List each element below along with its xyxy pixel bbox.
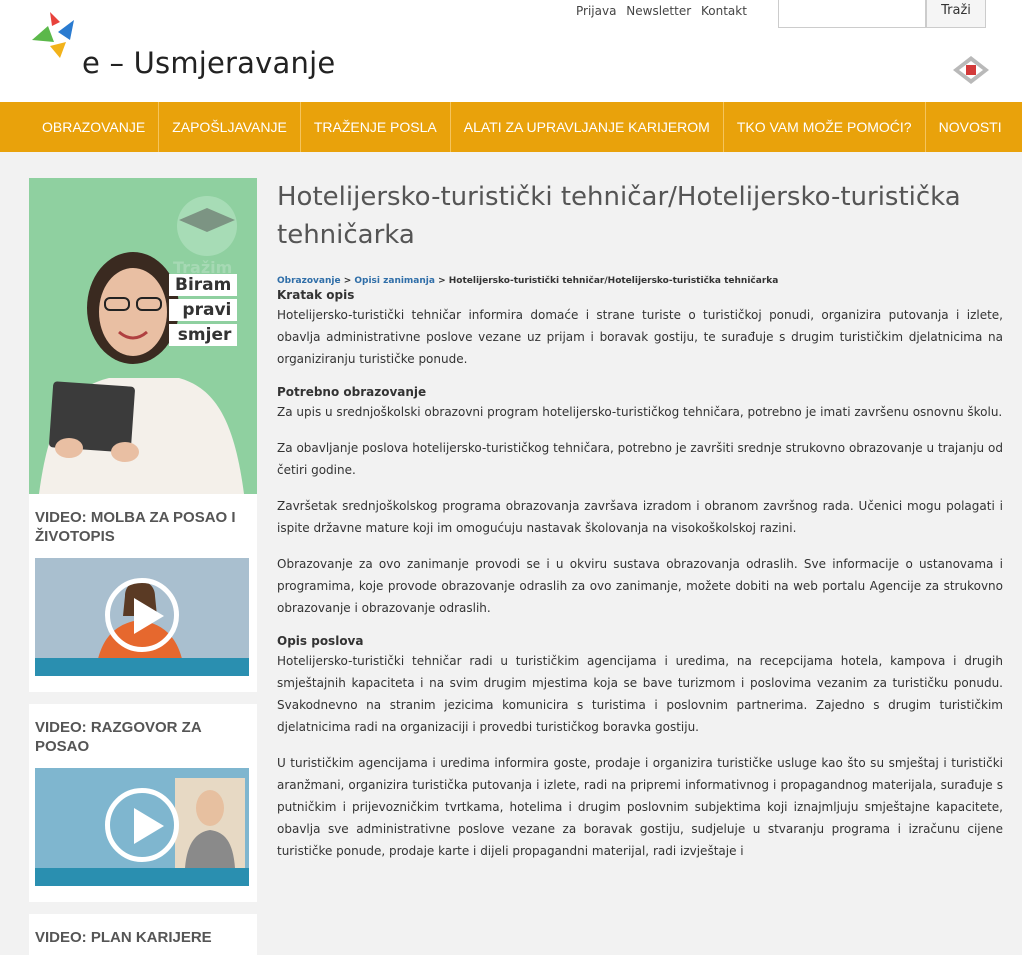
paragraph-obrazovanje-3: Završetak srednjoškolskog programa obraz… <box>277 499 1003 535</box>
top-links: Prijava Newsletter Kontakt <box>576 4 753 18</box>
site-logo[interactable]: e – Usmjeravanje <box>30 12 335 92</box>
nav-item-tko-vam-moze-pomoci[interactable]: TKO VAM MOŽE POMOĆI? <box>724 102 926 152</box>
contact-link[interactable]: Kontakt <box>701 4 747 18</box>
sidebar: Tražim Biram pravi smjer VIDEO: MOLBA ZA… <box>29 178 257 955</box>
hzz-logo-icon[interactable] <box>953 56 989 84</box>
breadcrumb-separator: > <box>340 276 355 286</box>
video-title[interactable]: VIDEO: RAZGOVOR ZA POSAO <box>29 718 257 756</box>
banner-word-biram: Biram <box>169 274 238 296</box>
video-title[interactable]: VIDEO: MOLBA ZA POSAO I ŽIVOTOPIS <box>29 508 257 546</box>
section-title-opis-poslova: Opis poslova <box>277 634 364 648</box>
nav-item-trazenje-posla[interactable]: TRAŽENJE POSLA <box>301 102 451 152</box>
paragraph-obrazovanje-2: Za obavljanje poslova hotelijersko-turis… <box>277 441 1003 477</box>
main-content: Hotelijersko-turistički tehničar/Hotelij… <box>277 178 1003 862</box>
promo-banner[interactable]: Tražim Biram pravi smjer <box>29 178 257 494</box>
banner-word-smjer: smjer <box>169 324 238 346</box>
breadcrumb: Obrazovanje > Opisi zanimanja > Hotelije… <box>277 275 1003 287</box>
caption-bar <box>35 658 249 676</box>
nav-item-obrazovanje[interactable]: OBRAZOVANJE <box>29 102 160 152</box>
nav-item-zaposljavanje[interactable]: ZAPOŠLJAVANJE <box>159 102 301 152</box>
play-icon[interactable] <box>105 578 179 652</box>
search-input[interactable] <box>778 0 926 28</box>
paragraph-kratak-opis: Hotelijersko-turistički tehničar informi… <box>277 308 1003 366</box>
search-button[interactable]: Traži <box>926 0 986 28</box>
paragraph-obrazovanje-4: Obrazovanje za ovo zanimanje provodi se … <box>277 557 1003 615</box>
newsletter-link[interactable]: Newsletter <box>626 4 691 18</box>
banner-words: Biram pravi smjer <box>169 274 238 349</box>
paragraph-opis-1: Hotelijersko-turistički tehničar radi u … <box>277 654 1003 734</box>
logo-text: e – Usmjeravanje <box>82 46 336 80</box>
breadcrumb-opisi-zanimanja[interactable]: Opisi zanimanja <box>354 276 435 286</box>
video-thumbnail[interactable] <box>35 768 249 886</box>
nav-item-alati[interactable]: ALATI ZA UPRAVLJANJE KARIJEROM <box>451 102 724 152</box>
paragraph-opis-2: U turističkim agencijama i uredima infor… <box>277 756 1003 858</box>
caption-bar <box>35 868 249 886</box>
section-title-kratak-opis: Kratak opis <box>277 288 355 302</box>
main-nav: OBRAZOVANJE ZAPOŠLJAVANJE TRAŽENJE POSLA… <box>0 102 1022 152</box>
login-link[interactable]: Prijava <box>576 4 616 18</box>
logo-mark-icon <box>32 12 74 58</box>
video-card-razgovor[interactable]: VIDEO: RAZGOVOR ZA POSAO <box>29 704 257 902</box>
play-icon[interactable] <box>105 788 179 862</box>
site-header: e – Usmjeravanje Prijava Newsletter Kont… <box>0 0 1022 102</box>
banner-word-pravi: pravi <box>169 299 238 321</box>
video-card-molba[interactable]: VIDEO: MOLBA ZA POSAO I ŽIVOTOPIS <box>29 494 257 692</box>
section-title-obrazovanje: Potrebno obrazovanje <box>277 385 427 399</box>
paragraph-obrazovanje-1: Za upis u srednjoškolski obrazovni progr… <box>277 405 1003 419</box>
breadcrumb-obrazovanje[interactable]: Obrazovanje <box>277 276 341 286</box>
breadcrumb-separator: > <box>434 276 449 286</box>
breadcrumb-current: Hotelijersko-turistički tehničar/Hotelij… <box>448 276 779 286</box>
nav-item-novosti[interactable]: NOVOSTI <box>926 102 1015 152</box>
video-thumbnail[interactable] <box>35 558 249 676</box>
video-title[interactable]: VIDEO: PLAN KARIJERE <box>29 928 257 947</box>
page-title: Hotelijersko-turistički tehničar/Hotelij… <box>277 182 961 250</box>
video-card-plan-karijere[interactable]: VIDEO: PLAN KARIJERE <box>29 914 257 955</box>
